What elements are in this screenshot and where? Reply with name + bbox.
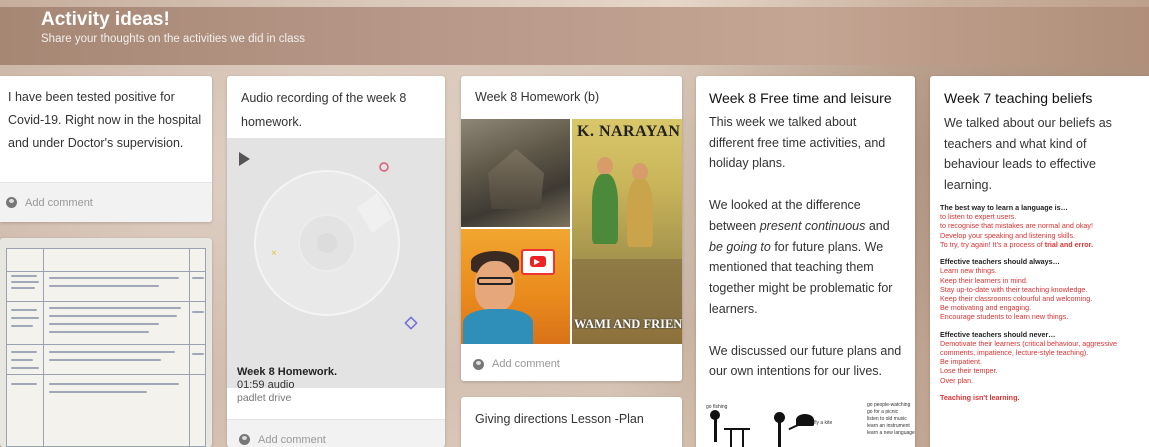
vinyl-disc-icon: × xyxy=(254,162,418,330)
avatar-icon xyxy=(473,358,484,370)
temple-photo xyxy=(461,119,570,227)
post-paragraph-1: This week we talked about different free… xyxy=(709,114,886,171)
book-cover-author: K. NARAYAN xyxy=(577,123,681,140)
post-title: Week 8 Free time and leisure xyxy=(709,90,892,106)
add-comment-label: Add comment xyxy=(258,433,326,446)
avatar-icon xyxy=(239,434,250,445)
audio-title: Week 8 Homework. xyxy=(237,366,338,378)
post-title: Week 7 teaching beliefs xyxy=(944,90,1093,106)
audio-duration: 01:59 audio xyxy=(237,379,295,391)
audio-meta: Week 8 Homework. 01:59 audio padlet driv… xyxy=(237,366,337,405)
youtube-play-icon xyxy=(534,259,540,265)
post-card-directions[interactable]: Giving directions Lesson -Plan xyxy=(461,397,682,447)
post-intro: We talked about our beliefs as teachers … xyxy=(944,115,1112,193)
add-comment-bar[interactable]: Add comment xyxy=(461,344,682,381)
post-body: This week we talked about different free… xyxy=(696,108,915,382)
beliefs-image: The best way to learn a language is… to … xyxy=(940,203,1117,402)
audio-player[interactable]: × xyxy=(227,138,445,388)
post-title: Week 8 Homework (b) xyxy=(475,90,600,104)
post-card-audio[interactable]: Audio recording of the week 8 homework. … xyxy=(227,76,445,447)
post-card-handwritten-photo[interactable] xyxy=(0,238,212,447)
book-cover-title: WAMI AND FRIEND xyxy=(574,317,682,331)
post-text: I have been tested positive for Covid-19… xyxy=(8,90,202,150)
avatar-icon xyxy=(6,197,17,208)
leisure-activities-image: go fishing fly a kite go people-watching… xyxy=(704,398,915,447)
post-card-teaching-beliefs[interactable]: Week 7 teaching beliefs We talked about … xyxy=(930,76,1149,447)
image-collage[interactable]: K. NARAYAN WAMI AND FRIEND xyxy=(461,119,682,344)
post-card-homework-b[interactable]: Week 8 Homework (b) K. NARAYAN WAMI AND … xyxy=(461,76,682,381)
post-paragraph-2: We looked at the difference between pres… xyxy=(709,198,893,317)
post-card-free-time[interactable]: Week 8 Free time and leisure This week w… xyxy=(696,76,915,447)
svg-text:×: × xyxy=(271,248,277,259)
padlet-header: Activity ideas! Share your thoughts on t… xyxy=(0,7,1149,65)
post-paragraph-3: We discussed our future plans and our ow… xyxy=(709,343,902,379)
post-title: Audio recording of the week 8 homework. xyxy=(241,91,407,129)
post-card-covid[interactable]: I have been tested positive for Covid-19… xyxy=(0,76,212,222)
book-cover-image: K. NARAYAN WAMI AND FRIEND xyxy=(572,119,682,344)
add-comment-bar[interactable]: Add comment xyxy=(0,182,212,222)
add-comment-label: Add comment xyxy=(25,196,93,209)
youtube-cartoon-image xyxy=(461,229,570,344)
add-comment-bar[interactable]: Add comment xyxy=(227,419,445,447)
page-subtitle: Share your thoughts on the activities we… xyxy=(41,33,306,45)
page-title: Activity ideas! xyxy=(41,9,170,30)
post-title: Giving directions Lesson -Plan xyxy=(475,412,644,426)
audio-source: padlet drive xyxy=(237,392,292,404)
add-comment-label: Add comment xyxy=(492,358,560,370)
handwritten-table-image xyxy=(6,248,206,447)
